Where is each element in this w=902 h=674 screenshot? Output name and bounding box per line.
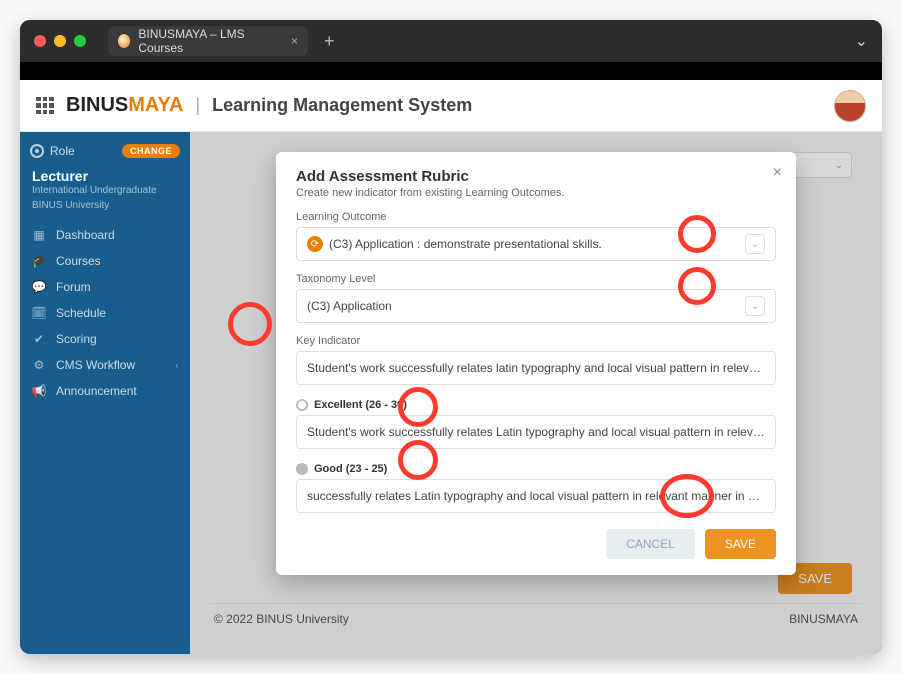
sidebar-item-dashboard[interactable]: ▦ Dashboard: [20, 222, 190, 248]
sidebar-item-announcement[interactable]: 📢 Announcement: [20, 378, 190, 404]
lo-chip-icon: ⟳: [307, 236, 323, 252]
level-good-input[interactable]: [296, 479, 776, 513]
courses-icon: 🎓: [32, 254, 46, 268]
dashboard-icon: ▦: [32, 228, 46, 242]
window-controls: [34, 35, 86, 47]
sidebar-item-scoring[interactable]: ✔ Scoring: [20, 326, 190, 352]
sidebar-item-label: CMS Workflow: [56, 358, 135, 372]
save-button[interactable]: SAVE: [705, 529, 776, 559]
window-chevron-icon[interactable]: ⌄: [855, 31, 868, 51]
chevron-down-icon: ⌄: [745, 234, 765, 254]
sidebar-item-cms-workflow[interactable]: ⚙ CMS Workflow ‹: [20, 352, 190, 378]
sidebar-item-forum[interactable]: 💬 Forum: [20, 274, 190, 300]
modal-overlay: × Add Assessment Rubric Create new indic…: [190, 132, 882, 654]
sidebar-item-label: Announcement: [56, 384, 137, 398]
close-window-icon[interactable]: [34, 35, 46, 47]
main-content: ⌄ SAVE © 2022 BINUS University BINUSMAYA…: [190, 132, 882, 654]
minimize-window-icon[interactable]: [54, 35, 66, 47]
learning-outcome-label: Learning Outcome: [296, 211, 776, 223]
sidebar-menu: ▦ Dashboard 🎓 Courses 💬 Forum 🗓 Schedule: [20, 222, 190, 404]
key-indicator-input[interactable]: [296, 351, 776, 385]
sidebar: Role CHANGE Lecturer International Under…: [20, 132, 190, 654]
schedule-icon: 🗓: [32, 306, 46, 320]
tab-close-icon[interactable]: ×: [291, 34, 298, 48]
radio-icon: [296, 399, 308, 411]
sidebar-item-label: Forum: [56, 280, 91, 294]
app: BINUSMAYA | Learning Management System R…: [20, 80, 882, 654]
level-excellent-input[interactable]: [296, 415, 776, 449]
page-title: Learning Management System: [212, 95, 472, 116]
learning-outcome-value: (C3) Application : demonstrate presentat…: [329, 237, 745, 251]
body: Role CHANGE Lecturer International Under…: [20, 132, 882, 654]
sidebar-item-schedule[interactable]: 🗓 Schedule: [20, 300, 190, 326]
role-subtitle-2: BINUS University: [20, 199, 190, 214]
modal-subtitle: Create new indicator from existing Learn…: [296, 187, 776, 199]
browser-window: BINUSMAYA – LMS Courses × + ⌄ BINUSMAYA …: [20, 20, 882, 654]
level-label: Excellent (26 - 30): [314, 399, 407, 411]
titlebar: BINUSMAYA – LMS Courses × + ⌄: [20, 20, 882, 62]
favicon-icon: [118, 34, 130, 48]
sidebar-item-label: Schedule: [56, 306, 106, 320]
announcement-icon: 📢: [32, 384, 46, 398]
radio-icon: [296, 463, 308, 475]
header-divider: |: [195, 95, 200, 116]
role-name: Lecturer: [20, 164, 190, 184]
modal-title: Add Assessment Rubric: [296, 168, 776, 185]
avatar[interactable]: [834, 90, 866, 122]
taxonomy-level-select[interactable]: (C3) Application ⌄: [296, 289, 776, 323]
sidebar-item-label: Courses: [56, 254, 101, 268]
modal-close-button[interactable]: ×: [773, 164, 782, 182]
tab-title: BINUSMAYA – LMS Courses: [138, 27, 275, 55]
logo-prefix: BINUS: [66, 94, 128, 116]
modal-add-assessment-rubric: × Add Assessment Rubric Create new indic…: [276, 152, 796, 575]
learning-outcome-select[interactable]: ⟳ (C3) Application : demonstrate present…: [296, 227, 776, 261]
cancel-button[interactable]: CANCEL: [606, 529, 695, 559]
change-role-button[interactable]: CHANGE: [122, 144, 180, 158]
forum-icon: 💬: [32, 280, 46, 294]
new-tab-button[interactable]: +: [324, 31, 335, 52]
logo: BINUSMAYA: [66, 94, 183, 117]
key-indicator-label: Key Indicator: [296, 335, 776, 347]
level-excellent-radio[interactable]: Excellent (26 - 30): [296, 399, 776, 411]
role-subtitle-1: International Undergraduate: [20, 184, 190, 199]
chevron-down-icon: ⌄: [745, 296, 765, 316]
topbar: BINUSMAYA | Learning Management System: [20, 80, 882, 132]
role-icon: [30, 144, 44, 158]
browser-tab[interactable]: BINUSMAYA – LMS Courses ×: [108, 26, 308, 56]
sidebar-item-label: Dashboard: [56, 228, 115, 242]
modal-actions: CANCEL SAVE: [296, 529, 776, 559]
role-label: Role: [50, 144, 75, 158]
sidebar-item-label: Scoring: [56, 332, 97, 346]
level-good-radio[interactable]: Good (23 - 25): [296, 463, 776, 475]
address-bar-strip: [20, 62, 882, 80]
workflow-icon: ⚙: [32, 358, 46, 372]
logo-suffix: MAYA: [128, 94, 183, 116]
zoom-window-icon[interactable]: [74, 35, 86, 47]
apps-grid-icon[interactable]: [36, 97, 54, 115]
role-row: Role CHANGE: [20, 138, 190, 164]
taxonomy-level-value: (C3) Application: [307, 299, 745, 313]
taxonomy-level-label: Taxonomy Level: [296, 273, 776, 285]
level-label: Good (23 - 25): [314, 463, 387, 475]
scoring-icon: ✔: [32, 332, 46, 346]
chevron-left-icon: ‹: [175, 361, 178, 370]
sidebar-item-courses[interactable]: 🎓 Courses: [20, 248, 190, 274]
